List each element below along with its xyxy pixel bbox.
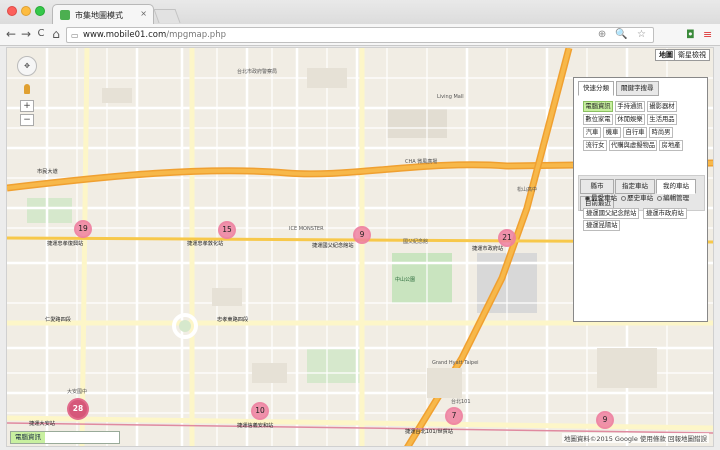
radio-favorite-station[interactable] (585, 195, 590, 201)
extension-icon[interactable]: ◘ (686, 28, 695, 41)
zoom-in-button[interactable]: + (20, 100, 34, 112)
map-label: 捷運忠孝敦化站 (187, 241, 224, 247)
map-label: 捷運國父紀念館站 (312, 243, 354, 249)
category-search-bar[interactable]: 電腦資訊 (10, 431, 120, 444)
favorite-station-button[interactable]: 捷運市政府站 (643, 208, 687, 219)
listing-cluster-marker[interactable]: 9 (353, 226, 371, 244)
pan-control[interactable]: ✥ (17, 56, 37, 76)
station-radio-group: 最愛車站 歷史車站 編輯管理 (583, 192, 689, 202)
map-label: 捷運忠孝復興站 (47, 241, 84, 247)
map-label: 大安國中 (67, 389, 88, 395)
map-label: 忠孝東路四段 (217, 317, 249, 323)
listing-cluster-marker[interactable]: 15 (218, 221, 236, 239)
home-icon[interactable]: ⌂ (49, 27, 63, 41)
reload-icon[interactable]: C (34, 28, 48, 39)
map-label: ICE MONSTER (289, 226, 324, 232)
listing-cluster-marker[interactable]: 9 (596, 411, 614, 429)
map-label: 捷運大安站 (29, 421, 55, 427)
category-motorcycle[interactable]: 機車 (603, 127, 621, 138)
url-host: www.mobile01.com (83, 30, 167, 40)
category-search-label: 電腦資訊 (11, 432, 45, 443)
category-car[interactable]: 汽車 (583, 127, 601, 138)
map-label: 松山高中 (517, 187, 538, 193)
radio-label: 歷史車站 (627, 194, 654, 202)
tab-title: 市集地圖模式 (75, 11, 123, 20)
address-bar[interactable]: ▭ www.mobile01.com/mpgmap.php ⊕ 🔍 ☆ (66, 27, 654, 43)
favorite-station-button[interactable]: 捷運昆陽站 (583, 220, 621, 231)
browser-titlebar: 市集地圖模式 × (0, 0, 720, 24)
map-label: 國父紀念館 (403, 239, 429, 245)
street-view-pegman-icon[interactable] (24, 84, 30, 94)
category-virtual-goods[interactable]: 代購與虛擬物品 (609, 140, 657, 151)
radio-label: 編輯管理 (663, 194, 690, 202)
tab-close-icon[interactable]: × (140, 9, 147, 18)
tab-keyword-search[interactable]: 關鍵字搜尋 (616, 81, 659, 96)
panel-tabs: 快速分類 關鍵字搜尋 (578, 81, 659, 96)
map-label: Grand Hyatt Taipei (432, 360, 479, 366)
category-computer[interactable]: 電腦資訊 (583, 101, 613, 112)
minimize-window-button[interactable] (21, 6, 31, 16)
map-label: Living Mall (437, 94, 464, 100)
menu-icon[interactable]: ≡ (703, 28, 712, 41)
radio-edit-manage[interactable] (657, 195, 663, 201)
map-attribution[interactable]: 地圖資料©2015 Google 使用條款 回報地圖錯誤 (561, 433, 709, 443)
radio-history-station[interactable] (621, 195, 627, 201)
category-mobile[interactable]: 手持通訊 (615, 101, 645, 112)
favorite-station-button[interactable]: 捷運國父紀念館站 (583, 208, 640, 219)
map-type-satellite-button[interactable]: 衛星檢視 (674, 49, 710, 61)
radio-label: 最愛車站 (591, 194, 617, 202)
category-camera[interactable]: 攝影器材 (647, 101, 677, 112)
listing-cluster-marker[interactable]: 7 (445, 407, 463, 425)
omnibox-icons[interactable]: ⊕ 🔍 ☆ (598, 29, 649, 40)
category-womens-fashion[interactable]: 流行女 (583, 140, 607, 151)
map-label: 市民大道 (37, 169, 58, 175)
category-real-estate[interactable]: 房地產 (659, 140, 683, 151)
listing-cluster-marker[interactable]: 10 (251, 402, 269, 420)
browser-tab[interactable]: 市集地圖模式 × (52, 4, 154, 24)
favicon-icon (60, 10, 70, 20)
map-label: 捷運市政府站 (472, 246, 504, 252)
url-path: /mpgmap.php (166, 30, 226, 40)
forward-icon[interactable]: → (19, 27, 33, 41)
category-mens-fashion[interactable]: 時尚男 (649, 127, 673, 138)
maximize-window-button[interactable] (35, 6, 45, 16)
map-label: 中山公園 (395, 277, 416, 283)
map-label: 台北市政府警察局 (237, 69, 278, 75)
category-daily-goods[interactable]: 生活用品 (647, 114, 677, 125)
browser-toolbar: ← → C ⌂ ▭ www.mobile01.com/mpgmap.php ⊕ … (0, 24, 720, 46)
category-digital-home[interactable]: 數位家電 (583, 114, 613, 125)
map-label: 捷運信義安和站 (237, 423, 274, 429)
market-filter-panel: 快速分類 關鍵字搜尋 電腦資訊 手持通訊 攝影器材 數位家電 休閒娛樂 生活用品… (573, 77, 708, 322)
map-label: 仁愛路四段 (45, 317, 71, 323)
close-window-button[interactable] (7, 6, 17, 16)
category-bicycle[interactable]: 自行車 (623, 127, 647, 138)
new-tab-button[interactable] (153, 9, 181, 23)
tab-quick-category[interactable]: 快速分類 (578, 81, 614, 96)
zoom-out-button[interactable]: − (20, 114, 34, 126)
back-icon[interactable]: ← (4, 27, 18, 41)
listing-cluster-marker[interactable]: 21 (498, 229, 516, 247)
category-leisure[interactable]: 休閒娛樂 (615, 114, 645, 125)
listing-cluster-marker[interactable]: 28 (67, 398, 89, 420)
map-label: CHA 微風廣場 (405, 159, 438, 165)
listing-cluster-marker[interactable]: 19 (74, 220, 92, 238)
page-icon: ▭ (71, 31, 79, 40)
map-label: 捷運台北101/世貿站 (405, 429, 453, 435)
map-label: 台北101 (451, 399, 471, 405)
